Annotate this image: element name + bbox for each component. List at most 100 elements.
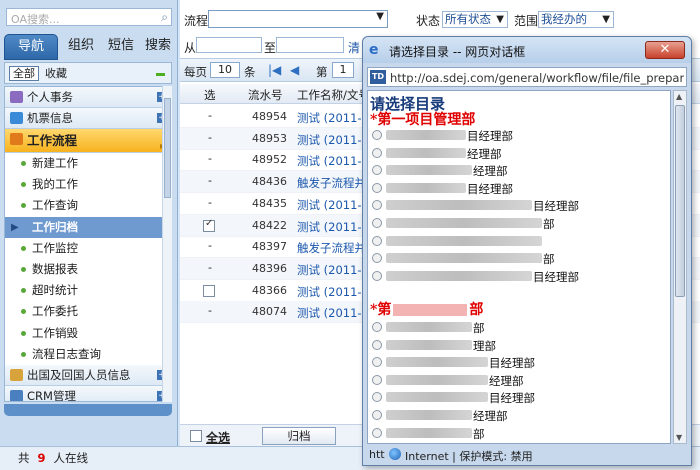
directory-option[interactable]: 经理部	[372, 145, 662, 161]
row-checkbox[interactable]	[203, 218, 215, 232]
serial-cell: 48397	[252, 240, 287, 254]
directory-option[interactable]: 经理部	[372, 372, 662, 388]
select-all-label[interactable]: 全选	[206, 429, 230, 446]
radio-button[interactable]	[372, 147, 382, 158]
close-button[interactable]: ✕	[645, 41, 685, 59]
radio-button[interactable]	[372, 218, 382, 228]
directory-option[interactable]: 部	[372, 425, 662, 441]
sidebar-item[interactable]: 我的工作	[5, 174, 171, 196]
sidebar-item[interactable]: 工作委托	[5, 301, 171, 323]
directory-option[interactable]: 部	[372, 250, 662, 266]
radio-button[interactable]	[372, 357, 382, 368]
radio-button[interactable]	[372, 270, 382, 281]
radio-button[interactable]	[372, 200, 382, 211]
query-link[interactable]: 清	[348, 39, 360, 56]
page-label: 第	[316, 65, 328, 79]
radio-button[interactable]	[372, 339, 382, 350]
tab-sms[interactable]: 短信	[104, 34, 138, 60]
radio-button[interactable]	[372, 253, 382, 264]
prev-page-icon[interactable]: ◀	[290, 63, 299, 77]
col-select: 选	[204, 88, 216, 102]
radio-button[interactable]	[372, 410, 382, 420]
scroll-up-icon[interactable]: ▲	[676, 92, 682, 101]
radio-button[interactable]	[372, 235, 382, 246]
scroll-down-icon[interactable]: ▼	[676, 433, 682, 442]
flow-select[interactable]: ▼	[208, 10, 388, 28]
sidebar-item[interactable]: 数据报表	[5, 258, 171, 281]
sidebar-item[interactable]: ▶ 工作归档	[5, 216, 171, 238]
directory-option[interactable]: 经理部	[372, 407, 662, 423]
scrollbar-thumb[interactable]	[675, 105, 685, 297]
sidebar-scrollbar[interactable]	[162, 86, 172, 402]
directory-option[interactable]: 经理部	[372, 162, 662, 178]
radio-button[interactable]	[372, 427, 382, 438]
directory-option[interactable]: 目经理部	[372, 389, 662, 405]
from-label: 从	[184, 41, 197, 55]
directory-option[interactable]: 目经理部	[372, 197, 662, 213]
directory-option[interactable]	[372, 233, 662, 249]
group-2-title-start: *第	[370, 302, 392, 318]
directory-option[interactable]: 目经理部	[372, 354, 662, 370]
directory-option[interactable]: 理部	[372, 337, 662, 353]
tab-organization[interactable]: 组织	[64, 34, 98, 60]
directory-option[interactable]: 部	[372, 215, 662, 231]
bullet-icon	[21, 330, 26, 336]
option-label: 部	[543, 217, 555, 231]
favorites-button[interactable]: 收藏	[45, 66, 67, 81]
scrollbar-thumb[interactable]	[164, 98, 171, 198]
sidebar-item[interactable]: 工作监控	[5, 237, 171, 259]
radio-button[interactable]	[372, 322, 382, 332]
from-date-input[interactable]	[196, 37, 262, 53]
archive-button[interactable]: 归档	[262, 427, 336, 445]
sidebar-item[interactable]: 新建工作	[5, 153, 171, 175]
serial-cell: 48435	[252, 196, 287, 210]
work-name-link[interactable]: 触发子流程并	[297, 175, 366, 191]
section-ticket-info[interactable]: 机票信息 +	[5, 108, 171, 129]
per-page-input[interactable]: 10	[210, 62, 240, 78]
range-select[interactable]: 我经办的 ▼	[538, 11, 614, 28]
dialog-scrollbar[interactable]: ▲ ▼	[673, 90, 687, 444]
sidebar-item[interactable]: 流程日志查询	[5, 343, 171, 365]
section-overseas-staff[interactable]: 出国及回国人员信息 +	[5, 364, 171, 386]
directory-option[interactable]: 目经理部	[372, 268, 662, 284]
section-workflow[interactable]: 工作流程 ▸	[5, 129, 171, 153]
filter-row-1: 流程 ▼ 状态 所有状态 ▼ 范围 我经办的 ▼	[180, 8, 700, 30]
redacted-block	[393, 304, 468, 316]
serial-cell: 48953	[252, 131, 287, 145]
sidebar-item[interactable]: 工作查询	[5, 195, 171, 217]
to-date-input[interactable]	[276, 37, 344, 53]
directory-option[interactable]: 目经理部	[372, 127, 662, 143]
dialog-titlebar[interactable]: e 请选择目录 -- 网页对话框 ✕	[363, 37, 691, 63]
minimize-icon[interactable]	[156, 73, 165, 76]
search-icon[interactable]: ⌕	[161, 10, 168, 25]
tab-navigation[interactable]: 导航	[4, 34, 58, 60]
chevron-down-icon: ▼	[376, 11, 384, 22]
section-personal-affairs[interactable]: 个人事务 +	[5, 87, 171, 108]
section-crm[interactable]: CRM管理 +	[5, 385, 171, 401]
all-button[interactable]: 全部	[9, 66, 39, 81]
address-bar: TD http://oa.sdej.com/general/workflow/f…	[367, 67, 687, 87]
radio-button[interactable]	[372, 392, 382, 403]
directory-option[interactable]: 部	[372, 319, 662, 335]
radio-button[interactable]	[372, 130, 382, 140]
row-checkbox[interactable]	[203, 284, 215, 297]
status-select[interactable]: 所有状态 ▼	[442, 11, 508, 28]
dialog-body: 请选择目录 *第一项目管理部 目经理部 经理部 经理部 目经理部 目经理部部部目经理部 …	[367, 90, 671, 444]
option-label: 目经理部	[467, 181, 513, 196]
dialog-title: 请选择目录 -- 网页对话框	[389, 45, 526, 59]
online-count: 9	[37, 451, 46, 465]
sidebar-item[interactable]: 工作销毁	[5, 322, 171, 344]
tab-search[interactable]: 搜索	[142, 34, 174, 60]
work-name-link[interactable]: 触发子流程并	[297, 240, 366, 256]
radio-button[interactable]	[372, 374, 382, 385]
directory-option[interactable]: 目经理部	[372, 180, 662, 196]
radio-button[interactable]	[372, 165, 382, 176]
select-all-checkbox[interactable]	[190, 430, 202, 442]
radio-button[interactable]	[372, 182, 382, 193]
page-input[interactable]: 1	[332, 62, 354, 78]
search-input[interactable]: OA搜索... ⌕	[6, 8, 172, 26]
option-label: 理部	[473, 338, 496, 353]
first-page-icon[interactable]: |◀	[268, 63, 281, 77]
sidebar-item[interactable]: 超时统计	[5, 280, 171, 302]
row-select-cell: -	[208, 304, 212, 318]
